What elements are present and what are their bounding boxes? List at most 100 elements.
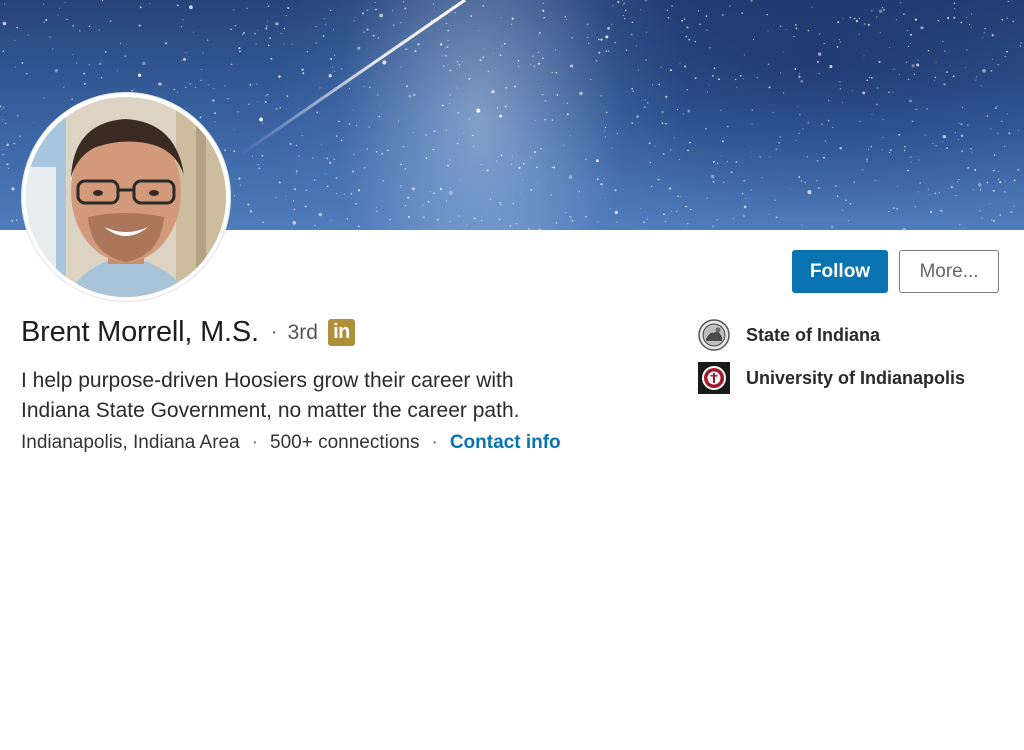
star: [841, 209, 843, 211]
star: [910, 33, 912, 36]
star: [935, 62, 937, 63]
star: [261, 122, 264, 125]
star: [200, 79, 202, 81]
star: [881, 7, 884, 9]
star: [677, 195, 679, 197]
star: [666, 9, 669, 12]
star: [595, 59, 598, 62]
star: [866, 79, 869, 82]
star: [233, 150, 236, 153]
star: [866, 160, 868, 162]
star: [639, 207, 641, 209]
star: [352, 170, 355, 173]
star: [605, 197, 607, 199]
star: [899, 74, 900, 75]
star: [404, 167, 407, 170]
star: [259, 117, 263, 122]
star: [1004, 191, 1006, 193]
star: [538, 62, 541, 65]
star: [366, 148, 369, 150]
profile-photo[interactable]: [22, 93, 230, 301]
star: [51, 48, 54, 50]
star: [866, 158, 868, 160]
star: [555, 71, 558, 74]
star: [706, 91, 709, 93]
star: [425, 134, 427, 136]
star: [59, 7, 61, 9]
star: [375, 150, 378, 153]
star: [823, 42, 825, 45]
star: [117, 70, 119, 72]
star: [614, 189, 617, 192]
star: [607, 26, 611, 30]
star: [934, 76, 937, 79]
star: [1007, 0, 1009, 3]
star: [793, 36, 795, 37]
star: [400, 66, 402, 68]
star: [668, 187, 672, 190]
star: [699, 23, 701, 26]
more-button[interactable]: More...: [899, 250, 999, 293]
star: [795, 27, 798, 30]
star: [849, 203, 852, 205]
star: [555, 49, 557, 51]
star: [447, 39, 449, 41]
star: [870, 76, 873, 79]
star: [500, 154, 503, 157]
star: [882, 136, 884, 138]
star: [967, 167, 969, 169]
star: [862, 91, 866, 95]
star: [969, 23, 971, 26]
star: [330, 58, 333, 60]
star: [971, 152, 973, 154]
star: [511, 17, 514, 20]
star: [706, 29, 708, 31]
star: [320, 144, 322, 146]
star: [624, 9, 627, 12]
star: [694, 40, 697, 43]
star: [906, 29, 909, 32]
star: [412, 132, 414, 133]
star: [952, 75, 955, 78]
star: [400, 163, 402, 166]
star: [775, 216, 778, 219]
star: [819, 33, 821, 35]
star: [571, 37, 574, 39]
org-state-of-indiana[interactable]: State of Indiana: [698, 319, 880, 351]
star: [234, 25, 236, 27]
star: [992, 169, 995, 172]
star: [972, 189, 974, 191]
star: [649, 161, 651, 164]
contact-info-link[interactable]: Contact info: [450, 432, 561, 454]
star: [185, 52, 187, 54]
star: [330, 220, 332, 222]
star: [361, 12, 365, 15]
star: [445, 129, 447, 131]
star: [165, 42, 167, 45]
star: [721, 155, 723, 157]
star: [315, 26, 317, 28]
star: [542, 85, 544, 87]
star: [858, 33, 860, 35]
star: [313, 179, 316, 181]
star: [500, 203, 502, 206]
star: [366, 28, 369, 31]
star: [404, 7, 407, 10]
star: [486, 169, 489, 172]
star: [511, 163, 513, 165]
star: [2, 107, 4, 108]
star: [375, 207, 378, 209]
star: [956, 181, 959, 183]
name-row: Brent Morrell, M.S. · 3rd in: [21, 316, 355, 349]
star: [832, 127, 834, 128]
star: [984, 27, 987, 30]
star: [729, 5, 731, 7]
star: [522, 162, 525, 165]
star: [458, 66, 460, 68]
star: [565, 212, 567, 214]
star: [486, 211, 488, 213]
star: [449, 221, 451, 223]
star: [463, 132, 465, 134]
org-university-of-indianapolis[interactable]: University of Indianapolis: [698, 362, 965, 394]
follow-button[interactable]: Follow: [792, 250, 888, 293]
